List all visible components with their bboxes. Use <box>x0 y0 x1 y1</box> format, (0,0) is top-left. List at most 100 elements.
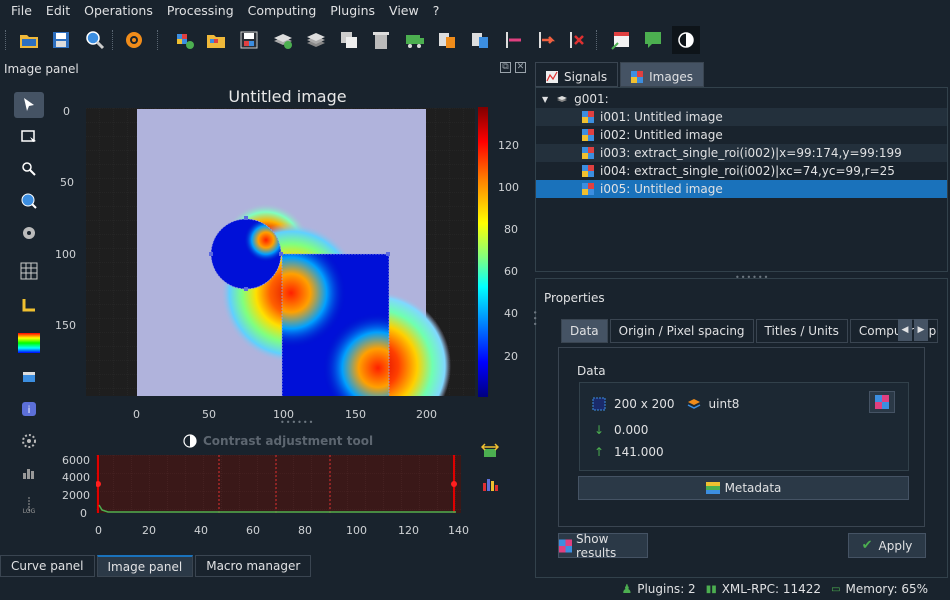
hist-y-tick: 2000 <box>62 489 90 502</box>
roi-move-icon[interactable] <box>533 27 559 53</box>
y-tick: 50 <box>60 176 74 189</box>
hist-x-tick: 0 <box>95 524 102 537</box>
toolbar-separator <box>596 30 598 50</box>
splitter-handle[interactable]: •••••• <box>280 418 314 427</box>
colorbar-tick: 80 <box>504 223 518 236</box>
tree-item[interactable]: i002: Untitled image <box>536 126 947 144</box>
menu-plugins[interactable]: Plugins <box>323 3 382 18</box>
image-icon <box>582 183 594 195</box>
close-icon[interactable]: ✕ <box>515 62 526 73</box>
tab-image-panel[interactable]: Image panel <box>96 555 194 577</box>
metadata-icon <box>705 482 720 494</box>
settings-icon[interactable] <box>14 428 44 454</box>
contrast-tool-title: Contrast adjustment tool <box>183 434 373 448</box>
save-icon[interactable] <box>48 27 74 53</box>
bottom-tabs: Curve panel Image panel Macro manager <box>0 555 313 577</box>
histogram-eliminate-icon[interactable] <box>481 475 499 496</box>
main-toolbar <box>0 22 950 58</box>
toolbar-separator <box>112 30 114 50</box>
annotation-icon[interactable] <box>608 27 634 53</box>
data-group-label: Data <box>577 364 606 378</box>
move-icon[interactable] <box>402 27 428 53</box>
tab-titles-units[interactable]: Titles / Units <box>755 319 848 343</box>
signal-icon <box>546 70 558 83</box>
hist-x-tick: 140 <box>448 524 469 537</box>
tab-signals[interactable]: Signals <box>535 62 619 87</box>
apply-label: Apply <box>878 538 913 553</box>
memory-icon: ▭ <box>831 583 841 595</box>
apply-button[interactable]: ✔ Apply <box>848 533 926 558</box>
colorbar-tick: 120 <box>498 139 519 152</box>
tab-data[interactable]: Data <box>561 319 608 343</box>
tab-macro-manager[interactable]: Macro manager <box>195 555 312 577</box>
view-data-button[interactable] <box>869 391 895 413</box>
metadata-button[interactable]: Metadata <box>578 476 909 500</box>
metadata-label: Metadata <box>724 481 782 495</box>
tree-item-selected[interactable]: i005: Untitled image <box>536 180 947 198</box>
plugins-status: ♟ Plugins: 2 <box>621 582 695 596</box>
chevron-right-icon[interactable]: ▶ <box>914 319 928 341</box>
tree-item[interactable]: i003: extract_single_roi(i002)|x=99:174,… <box>536 144 947 162</box>
hist-y-tick: 4000 <box>62 471 90 484</box>
open-image-icon[interactable] <box>203 27 229 53</box>
tree-group-row[interactable]: ▼ g001: <box>536 90 947 108</box>
menu-view[interactable]: View <box>382 3 426 18</box>
colorbar-tick: 40 <box>504 307 518 320</box>
image-canvas[interactable] <box>86 108 475 396</box>
menu-edit[interactable]: Edit <box>39 3 77 18</box>
tab-images[interactable]: Images <box>620 62 704 87</box>
info-icon[interactable]: i <box>14 396 44 422</box>
statusbar: ♟ Plugins: 2 ▮▮ XML-RPC: 11422 ▭ Memory:… <box>0 578 950 600</box>
tree-item[interactable]: i004: extract_single_roi(i002)|xc=74,yc=… <box>536 162 947 180</box>
stack-icon[interactable] <box>303 27 329 53</box>
grid-icon[interactable] <box>14 258 44 284</box>
axes-icon[interactable] <box>14 292 44 318</box>
new-image-icon[interactable] <box>172 27 198 53</box>
contrast-icon[interactable] <box>672 26 700 54</box>
toolbar-separator <box>157 30 159 50</box>
zoom-fit-icon[interactable] <box>14 188 44 214</box>
search-icon[interactable] <box>82 27 108 53</box>
duplicate-icon[interactable] <box>336 27 362 53</box>
roi-add-icon[interactable] <box>500 27 526 53</box>
delete-icon[interactable] <box>368 27 394 53</box>
rect-zoom-icon[interactable] <box>14 124 44 150</box>
colormap-icon[interactable] <box>14 330 44 356</box>
save-image-icon[interactable] <box>236 27 262 53</box>
menu-operations[interactable]: Operations <box>77 3 160 18</box>
hist-y-tick: 0 <box>80 507 87 520</box>
xmlrpc-label: XML-RPC: 11422 <box>721 582 822 596</box>
roi-delete-icon[interactable] <box>564 27 590 53</box>
float-icon[interactable]: ⧉ <box>500 62 511 73</box>
copy-meta-icon[interactable] <box>434 27 460 53</box>
menubar: File Edit Operations Processing Computin… <box>0 0 950 20</box>
image-stats-icon[interactable] <box>14 364 44 390</box>
splitter-handle[interactable]: ••• <box>530 310 539 327</box>
paste-meta-icon[interactable] <box>467 27 493 53</box>
tab-curve-panel[interactable]: Curve panel <box>0 555 95 577</box>
menu-computing[interactable]: Computing <box>241 3 324 18</box>
settings-gear-icon[interactable] <box>121 27 147 53</box>
chevron-down-icon[interactable]: ▼ <box>542 95 548 104</box>
select-arrow-icon[interactable] <box>14 92 44 118</box>
chevron-left-icon[interactable]: ◀ <box>898 319 912 341</box>
menu-file[interactable]: File <box>4 3 39 18</box>
menu-processing[interactable]: Processing <box>160 3 241 18</box>
image-grid-icon <box>875 395 889 409</box>
zoom-icon[interactable] <box>14 156 44 182</box>
histogram-settings-icon[interactable] <box>14 460 44 486</box>
open-folder-icon[interactable] <box>16 27 42 53</box>
add-layer-icon[interactable] <box>270 27 296 53</box>
tab-origin[interactable]: Origin / Pixel spacing <box>609 319 754 343</box>
auto-range-icon[interactable] <box>480 443 500 464</box>
tree-item[interactable]: i001: Untitled image <box>536 108 947 126</box>
cursor-gear-icon[interactable] <box>14 220 44 246</box>
checkmark-icon: ✔ <box>861 538 873 553</box>
log-scale-icon[interactable]: LOG <box>14 492 44 518</box>
histogram-plot[interactable] <box>95 455 461 513</box>
image-icon <box>582 129 594 141</box>
histogram-rendering <box>95 455 461 513</box>
show-results-button[interactable]: Show results <box>558 532 648 560</box>
menu-help[interactable]: ? <box>426 3 447 18</box>
comment-icon[interactable] <box>640 27 666 53</box>
